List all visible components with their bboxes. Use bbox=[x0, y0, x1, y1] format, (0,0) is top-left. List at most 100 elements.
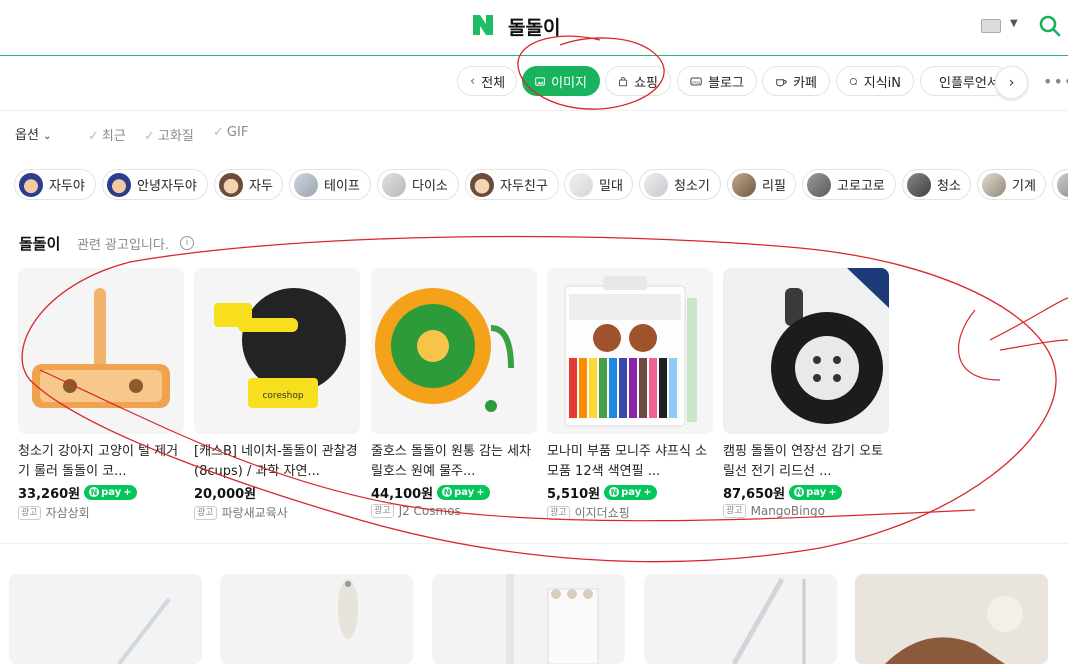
chevron-down-icon: ⌄ bbox=[43, 131, 52, 142]
tabs-next-button[interactable]: › bbox=[995, 66, 1028, 99]
npay-badge: Npay + bbox=[84, 484, 137, 500]
chip-label: 자두친구 bbox=[500, 179, 548, 194]
ad-section-subtitle: 관련 광고입니다. bbox=[77, 238, 169, 253]
tab-all[interactable]: ‹ 전체 bbox=[457, 66, 517, 96]
chip-thumbnail bbox=[569, 172, 593, 197]
options-dropdown[interactable]: 옵션 ⌄ bbox=[15, 124, 51, 143]
tab-cafe[interactable]: 카페 bbox=[762, 66, 830, 96]
product-image[interactable]: coreshop bbox=[194, 268, 360, 434]
related-chip[interactable]: 자두 bbox=[214, 169, 283, 200]
tab-label: 블로그 bbox=[708, 75, 744, 91]
ad-product-card[interactable]: 캠핑 돌돌이 연장선 감기 오토 릴선 전기 리드선 ... 87,650원 Np… bbox=[723, 268, 889, 518]
price-value: 87,650원 bbox=[723, 486, 786, 502]
product-price: 5,510원 Npay + bbox=[547, 483, 713, 502]
npay-label: pay bbox=[101, 486, 122, 498]
tab-label: 이미지 bbox=[551, 75, 587, 91]
ad-badge: 광고 bbox=[18, 505, 41, 520]
image-result[interactable] bbox=[855, 574, 1048, 664]
product-price: 20,000원 bbox=[194, 483, 360, 502]
related-chip[interactable]: 다이소 bbox=[377, 169, 459, 200]
chip-label: 고로고로 bbox=[837, 179, 885, 194]
product-image[interactable] bbox=[371, 268, 537, 434]
result-thumbnail bbox=[855, 574, 1048, 664]
tab-label: 쇼핑 bbox=[634, 75, 658, 91]
search-query[interactable]: 돌돌이 bbox=[508, 13, 560, 40]
product-seller[interactable]: 광고 이지더쇼핑 bbox=[547, 504, 713, 521]
chevron-down-icon[interactable]: ▼ bbox=[1010, 18, 1018, 29]
tab-label: 인플루언서 bbox=[939, 75, 999, 91]
ad-product-card[interactable]: 모나미 부품 모니주 샤프식 소모품 12색 색연필 ... 5,510원 Npa… bbox=[547, 268, 713, 521]
image-result[interactable] bbox=[220, 574, 413, 664]
price-value: 44,100원 bbox=[371, 486, 434, 502]
product-seller[interactable]: 광고 자삼상회 bbox=[18, 504, 184, 521]
related-chip[interactable] bbox=[1052, 169, 1068, 200]
product-seller[interactable]: 광고 J2 Cosmos bbox=[371, 504, 537, 518]
tab-blog[interactable]: blog 블로그 bbox=[677, 66, 757, 96]
chip-thumbnail bbox=[382, 172, 406, 197]
tab-shopping[interactable]: 쇼핑 bbox=[605, 66, 671, 96]
related-chip[interactable]: 자두친구 bbox=[465, 169, 559, 200]
chip-thumbnail bbox=[982, 172, 1006, 197]
chip-thumbnail bbox=[807, 172, 831, 197]
related-chip[interactable]: 청소 bbox=[902, 169, 971, 200]
product-seller[interactable]: 광고 MangoBingo bbox=[723, 504, 889, 518]
related-chip[interactable]: 자두야 bbox=[14, 169, 96, 200]
keyboard-icon[interactable] bbox=[981, 19, 1001, 33]
seller-name: 자삼상회 bbox=[45, 506, 90, 520]
npay-n-icon: N bbox=[794, 487, 805, 497]
naver-logo-icon[interactable] bbox=[471, 13, 495, 37]
related-chip[interactable]: 밀대 bbox=[564, 169, 633, 200]
related-chip[interactable]: 안녕자두야 bbox=[102, 169, 208, 200]
related-chip[interactable]: 고로고로 bbox=[802, 169, 896, 200]
product-title[interactable]: 청소기 강아지 고양이 털 제거기 롤러 돌돌이 코... bbox=[18, 442, 184, 482]
related-chip[interactable]: 기계 bbox=[977, 169, 1046, 200]
chip-label: 다이소 bbox=[412, 179, 448, 194]
check-icon: ✓ bbox=[88, 129, 99, 144]
image-result[interactable] bbox=[432, 574, 625, 664]
related-chip[interactable]: 리필 bbox=[727, 169, 796, 200]
product-title[interactable]: 모나미 부품 모니주 샤프식 소모품 12색 색연필 ... bbox=[547, 442, 713, 482]
chevron-left-icon: ‹ bbox=[470, 73, 476, 89]
ad-product-card[interactable]: 줄호스 돌돌이 원통 감는 세차 릴호스 원예 물주... 44,100원 Npa… bbox=[371, 268, 537, 518]
filter-recent[interactable]: ✓ 최근 bbox=[88, 125, 126, 144]
npay-badge: Npay + bbox=[789, 484, 842, 500]
ad-badge: 광고 bbox=[547, 505, 570, 520]
chevron-right-icon: › bbox=[1008, 74, 1015, 91]
related-chip[interactable]: 테이프 bbox=[289, 169, 371, 200]
tab-kin[interactable]: 지식iN bbox=[836, 66, 914, 96]
npay-label: pay bbox=[454, 486, 475, 498]
chip-label: 청소 bbox=[937, 179, 961, 194]
product-price: 44,100원 Npay + bbox=[371, 483, 537, 502]
ad-product-card[interactable]: coreshop [캐스B] 네이처-돌돌이 관찰경(8cups) / 과학 자… bbox=[194, 268, 360, 521]
search-icon[interactable] bbox=[1038, 14, 1062, 38]
npay-badge: Npay + bbox=[437, 484, 490, 500]
info-icon[interactable]: i bbox=[180, 236, 194, 250]
chip-label: 밀대 bbox=[599, 179, 623, 194]
ad-product-card[interactable]: 청소기 강아지 고양이 털 제거기 롤러 돌돌이 코... 33,260원 Npa… bbox=[18, 268, 184, 521]
result-thumbnail bbox=[117, 597, 171, 664]
tab-images[interactable]: 이미지 bbox=[522, 66, 600, 96]
chip-label: 리필 bbox=[762, 179, 786, 194]
tab-label: 전체 bbox=[481, 75, 506, 91]
filter-gif[interactable]: ✓ GIF bbox=[213, 125, 248, 140]
filter-label: 고화질 bbox=[157, 129, 194, 144]
product-image[interactable] bbox=[723, 268, 889, 434]
related-chip[interactable]: 청소기 bbox=[639, 169, 721, 200]
product-seller[interactable]: 광고 파랑새교육사 bbox=[194, 504, 360, 521]
chip-thumbnail bbox=[107, 172, 131, 197]
npay-badge: Npay + bbox=[604, 484, 657, 500]
image-result[interactable] bbox=[644, 574, 837, 664]
tab-label: 카페 bbox=[793, 75, 817, 91]
filter-high-quality[interactable]: ✓ 고화질 bbox=[144, 125, 194, 144]
more-options-icon[interactable]: ••• bbox=[1043, 72, 1068, 91]
product-title[interactable]: 캠핑 돌돌이 연장선 감기 오토 릴선 전기 리드선 ... bbox=[723, 442, 889, 482]
product-image[interactable] bbox=[18, 268, 184, 434]
product-image[interactable] bbox=[547, 268, 713, 434]
product-price: 33,260원 Npay + bbox=[18, 483, 184, 502]
product-title[interactable]: 줄호스 돌돌이 원통 감는 세차 릴호스 원예 물주... bbox=[371, 442, 537, 482]
product-title[interactable]: [캐스B] 네이처-돌돌이 관찰경(8cups) / 과학 자연... bbox=[194, 442, 360, 482]
tab-label: 지식iN bbox=[863, 75, 901, 91]
npay-n-icon: N bbox=[89, 487, 100, 497]
chip-thumbnail bbox=[470, 172, 494, 197]
image-result[interactable] bbox=[9, 574, 202, 664]
